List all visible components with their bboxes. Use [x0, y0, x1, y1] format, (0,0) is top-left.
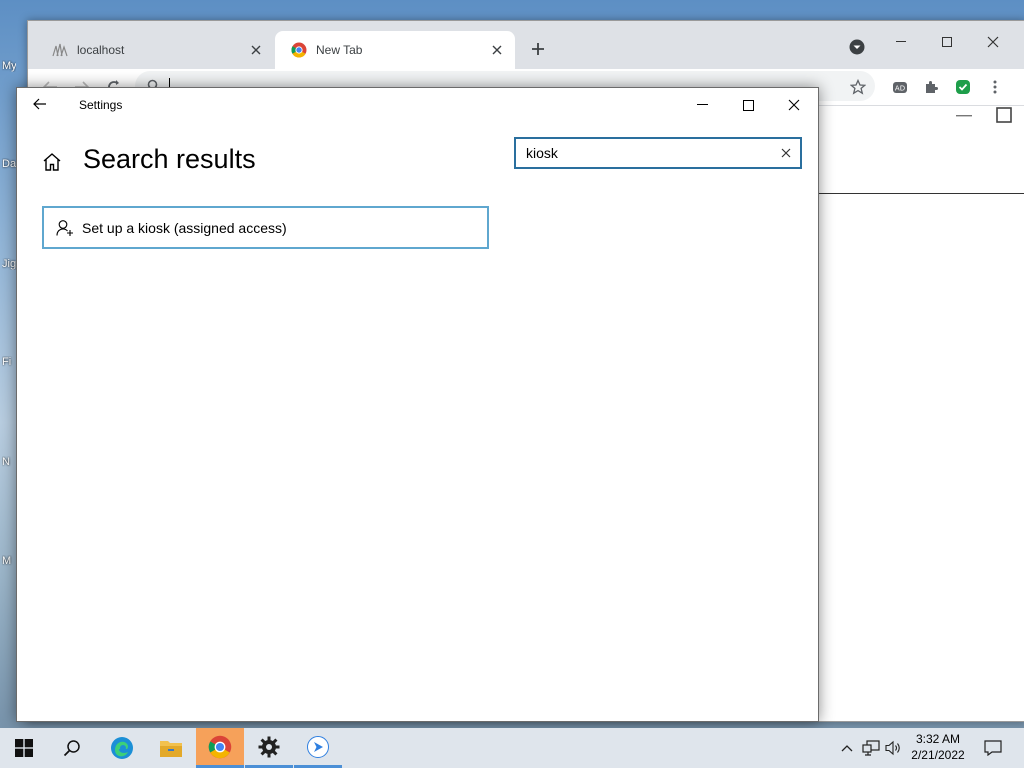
settings-maximize-button[interactable]: [725, 90, 771, 120]
search-result-label: Set up a kiosk (assigned access): [82, 219, 287, 236]
close-tab-icon[interactable]: [248, 42, 264, 58]
clock-time: 3:32 AM: [915, 732, 961, 746]
page-maximize-icon[interactable]: [996, 107, 1016, 123]
minimize-icon: [696, 104, 708, 105]
edge-icon: [111, 737, 133, 759]
extensions-puzzle-icon[interactable]: [919, 75, 943, 99]
clear-search-button[interactable]: [772, 139, 800, 167]
taskbar-file-explorer[interactable]: [147, 728, 195, 768]
notification-icon: [984, 740, 1002, 756]
maximize-icon: [742, 99, 754, 111]
search-icon: [63, 740, 80, 757]
close-icon: [788, 99, 800, 111]
windows-logo-icon: [15, 739, 33, 757]
chrome-icon: [208, 735, 232, 758]
desktop-icon-label[interactable]: Da: [2, 158, 16, 170]
svg-text:AD: AD: [895, 85, 905, 93]
search-input-value[interactable]: kiosk: [516, 145, 772, 161]
bookmark-star-icon[interactable]: [846, 75, 870, 99]
network-icon[interactable]: [860, 728, 882, 768]
desktop-icon-label[interactable]: My: [2, 60, 16, 72]
maximize-icon: [942, 37, 952, 47]
folder-icon: [160, 741, 182, 757]
settings-back-button[interactable]: [29, 94, 51, 114]
desktop-icon-label[interactable]: M: [2, 555, 16, 567]
desktop-icon-label[interactable]: Fi: [2, 356, 16, 368]
desktop-icon-label[interactable]: N: [2, 456, 16, 468]
taskbar-clock[interactable]: 3:32 AM 2/21/2022: [902, 731, 974, 763]
settings-window-title: Settings: [79, 98, 123, 112]
action-center-button[interactable]: [978, 728, 1008, 768]
volume-icon[interactable]: [884, 728, 904, 768]
taskbar-edge[interactable]: [98, 728, 146, 768]
chrome-icon: [291, 42, 307, 58]
page-divider: [818, 193, 1024, 194]
tab-search-dropdown-icon[interactable]: [849, 39, 865, 55]
settings-window: Settings Search results kiosk Set up a k…: [16, 87, 819, 722]
browser-close-button[interactable]: [971, 29, 1015, 55]
close-icon: [781, 148, 791, 158]
tab-localhost[interactable]: localhost: [36, 31, 274, 69]
tab-title: localhost: [77, 43, 125, 57]
tab-strip: localhost New Tab: [28, 21, 1024, 69]
page-minimize-icon[interactable]: [956, 107, 976, 123]
taskbar-settings[interactable]: [245, 728, 293, 768]
user-add-icon: [54, 218, 76, 238]
show-hidden-icons-button[interactable]: [838, 728, 856, 768]
browser-maximize-button[interactable]: [925, 29, 969, 55]
home-icon[interactable]: [41, 151, 63, 173]
settings-search-input[interactable]: kiosk: [514, 137, 802, 169]
taskbar-media-app[interactable]: [294, 728, 342, 768]
page-title: Search results: [83, 144, 256, 174]
clock-date: 2/21/2022: [911, 748, 965, 762]
settings-close-button[interactable]: [771, 90, 817, 120]
gear-icon: [258, 736, 280, 757]
settings-titlebar: Settings: [17, 88, 818, 120]
extension-ad-icon[interactable]: AD: [888, 75, 912, 99]
taskbar-chrome[interactable]: [196, 728, 244, 768]
play-icon: [307, 735, 329, 758]
taskbar-search-button[interactable]: [48, 728, 96, 768]
settings-minimize-button[interactable]: [679, 90, 725, 120]
chevron-up-icon: [841, 745, 853, 752]
menu-kebab-icon[interactable]: [983, 75, 1007, 99]
start-button[interactable]: [0, 728, 48, 768]
desktop-icon-label[interactable]: Jig: [2, 258, 16, 270]
close-tab-icon[interactable]: [489, 42, 505, 58]
plus-icon: [532, 43, 544, 55]
localhost-favicon-icon: [52, 42, 68, 58]
tab-new-tab[interactable]: New Tab: [275, 31, 515, 69]
tab-title: New Tab: [316, 43, 363, 57]
close-icon: [987, 36, 999, 48]
minimize-icon: [896, 41, 906, 42]
taskbar: 3:32 AM 2/21/2022: [0, 728, 1024, 768]
new-tab-button[interactable]: [526, 37, 550, 61]
search-result-item[interactable]: Set up a kiosk (assigned access): [42, 206, 489, 249]
arrow-left-icon: [33, 98, 46, 110]
extension-check-icon[interactable]: [951, 75, 975, 99]
browser-minimize-button[interactable]: [879, 29, 923, 55]
